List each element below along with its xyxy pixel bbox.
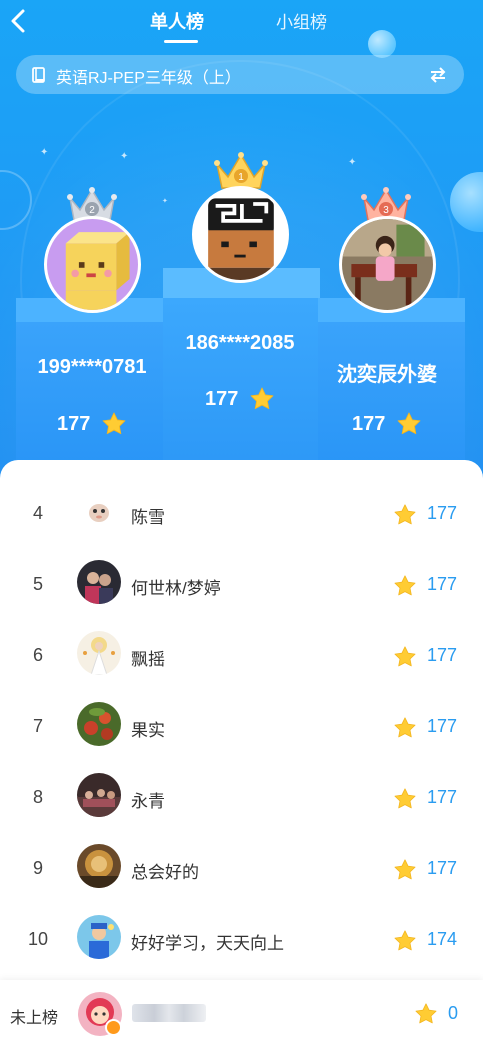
textbook-title: 英语RJ-PEP三年级（上） xyxy=(56,70,241,87)
avatar xyxy=(77,773,121,817)
avatar-image xyxy=(47,219,138,310)
avatar xyxy=(77,560,121,604)
decor-sparkle: ✦ xyxy=(348,157,357,168)
book-icon xyxy=(32,67,45,83)
avatar xyxy=(77,702,121,746)
podium-third xyxy=(318,298,465,480)
user-name: 永青 xyxy=(131,792,165,811)
user-score: 177 xyxy=(427,716,458,736)
ranking-row[interactable]: 6 飘摇 177 xyxy=(0,618,483,689)
ranking-row[interactable]: 8 永青 177 xyxy=(0,760,483,831)
my-score: 0 xyxy=(448,1003,459,1023)
top-name-rank-2: 199****0781 xyxy=(37,356,147,378)
ranking-row[interactable]: 9 总会好的 177 xyxy=(0,831,483,902)
star-icon xyxy=(250,387,274,410)
ranking-list: 4 陈雪 177 5 何世林/梦婷 177 6 飘摇 177 7 果实 177 xyxy=(0,460,483,980)
star-icon xyxy=(394,930,416,951)
rank-number: 4 xyxy=(32,503,43,523)
rank-number: 9 xyxy=(32,858,43,878)
top-score-rank-2: 177 xyxy=(57,413,91,435)
ranking-row[interactable]: 4 陈雪 177 xyxy=(0,476,483,547)
user-score: 177 xyxy=(427,787,458,807)
rank-number: 5 xyxy=(32,574,43,594)
star-icon xyxy=(415,1003,437,1024)
active-tab-indicator xyxy=(164,40,198,43)
user-name: 飘摇 xyxy=(131,650,165,669)
star-icon xyxy=(394,717,416,738)
top-score-rank-3: 177 xyxy=(352,413,386,435)
avatar xyxy=(77,631,121,675)
verified-badge-icon xyxy=(105,1019,122,1036)
rank-number: 6 xyxy=(32,645,43,665)
star-icon xyxy=(394,575,416,596)
star-icon xyxy=(102,412,126,435)
rank-number: 7 xyxy=(32,716,43,736)
decor-sparkle: ✦ xyxy=(120,151,129,162)
user-score: 177 xyxy=(427,645,458,665)
user-name: 陈雪 xyxy=(131,508,165,527)
star-icon xyxy=(394,859,416,880)
podium-second xyxy=(16,298,164,480)
avatar xyxy=(77,844,121,888)
decor-sparkle: ✦ xyxy=(162,197,168,205)
user-score: 177 xyxy=(427,574,458,594)
user-name: 好好学习，天天向上 xyxy=(131,934,284,953)
top-score-rank-1: 177 xyxy=(205,388,239,410)
star-icon xyxy=(394,646,416,667)
podium-first xyxy=(163,268,320,480)
leaderboard-hero: ✦ ✦ ✦ ✦ 单人榜 小组榜 英语RJ-PEP三年级（上） 2 1 3 199… xyxy=(0,0,483,480)
tab-individual-ranking[interactable]: 单人榜 xyxy=(150,8,204,34)
star-icon xyxy=(394,504,416,525)
top-name-rank-1: 186****2085 xyxy=(185,332,295,354)
decor-sparkle: ✦ xyxy=(40,147,49,158)
user-score: 174 xyxy=(427,929,458,949)
top-name-rank-3: 沈奕辰外婆 xyxy=(337,364,437,386)
user-name: 果实 xyxy=(131,721,165,740)
my-name-blurred xyxy=(132,1004,206,1022)
ranking-row[interactable]: 10 好好学习，天天向上 174 xyxy=(0,902,483,973)
rank-number: 10 xyxy=(27,929,49,949)
not-ranked-label: 未上榜 xyxy=(10,1010,59,1027)
ranking-row[interactable]: 7 果实 177 xyxy=(0,689,483,760)
star-icon xyxy=(394,788,416,809)
crown-rank-number: 1 xyxy=(238,172,244,183)
avatar xyxy=(77,489,121,533)
avatar-image xyxy=(195,189,286,280)
avatar xyxy=(77,915,121,959)
user-name: 何世林/梦婷 xyxy=(131,579,221,598)
ranking-row[interactable]: 5 何世林/梦婷 177 xyxy=(0,547,483,618)
user-score: 177 xyxy=(427,858,458,878)
crown-gold-icon: 1 xyxy=(214,152,268,189)
avatar-rank-1[interactable] xyxy=(192,186,289,283)
back-button[interactable] xyxy=(4,6,32,36)
tab-group-ranking[interactable]: 小组榜 xyxy=(276,8,327,33)
avatar-image xyxy=(342,219,433,310)
crown-rank-number: 3 xyxy=(383,205,389,216)
avatar-rank-3[interactable] xyxy=(339,216,436,313)
user-score: 177 xyxy=(427,503,458,523)
chevron-left-icon xyxy=(11,9,25,33)
crown-rank-number: 2 xyxy=(89,205,95,216)
my-ranking-bar[interactable]: 未上榜 0 xyxy=(0,980,483,1045)
user-name: 总会好的 xyxy=(131,863,199,882)
avatar-rank-2[interactable] xyxy=(44,216,141,313)
rank-number: 8 xyxy=(32,787,43,807)
switch-icon[interactable] xyxy=(429,67,447,83)
decor-bubble xyxy=(368,30,396,58)
textbook-selector[interactable]: 英语RJ-PEP三年级（上） xyxy=(16,55,464,94)
star-icon xyxy=(397,412,421,435)
